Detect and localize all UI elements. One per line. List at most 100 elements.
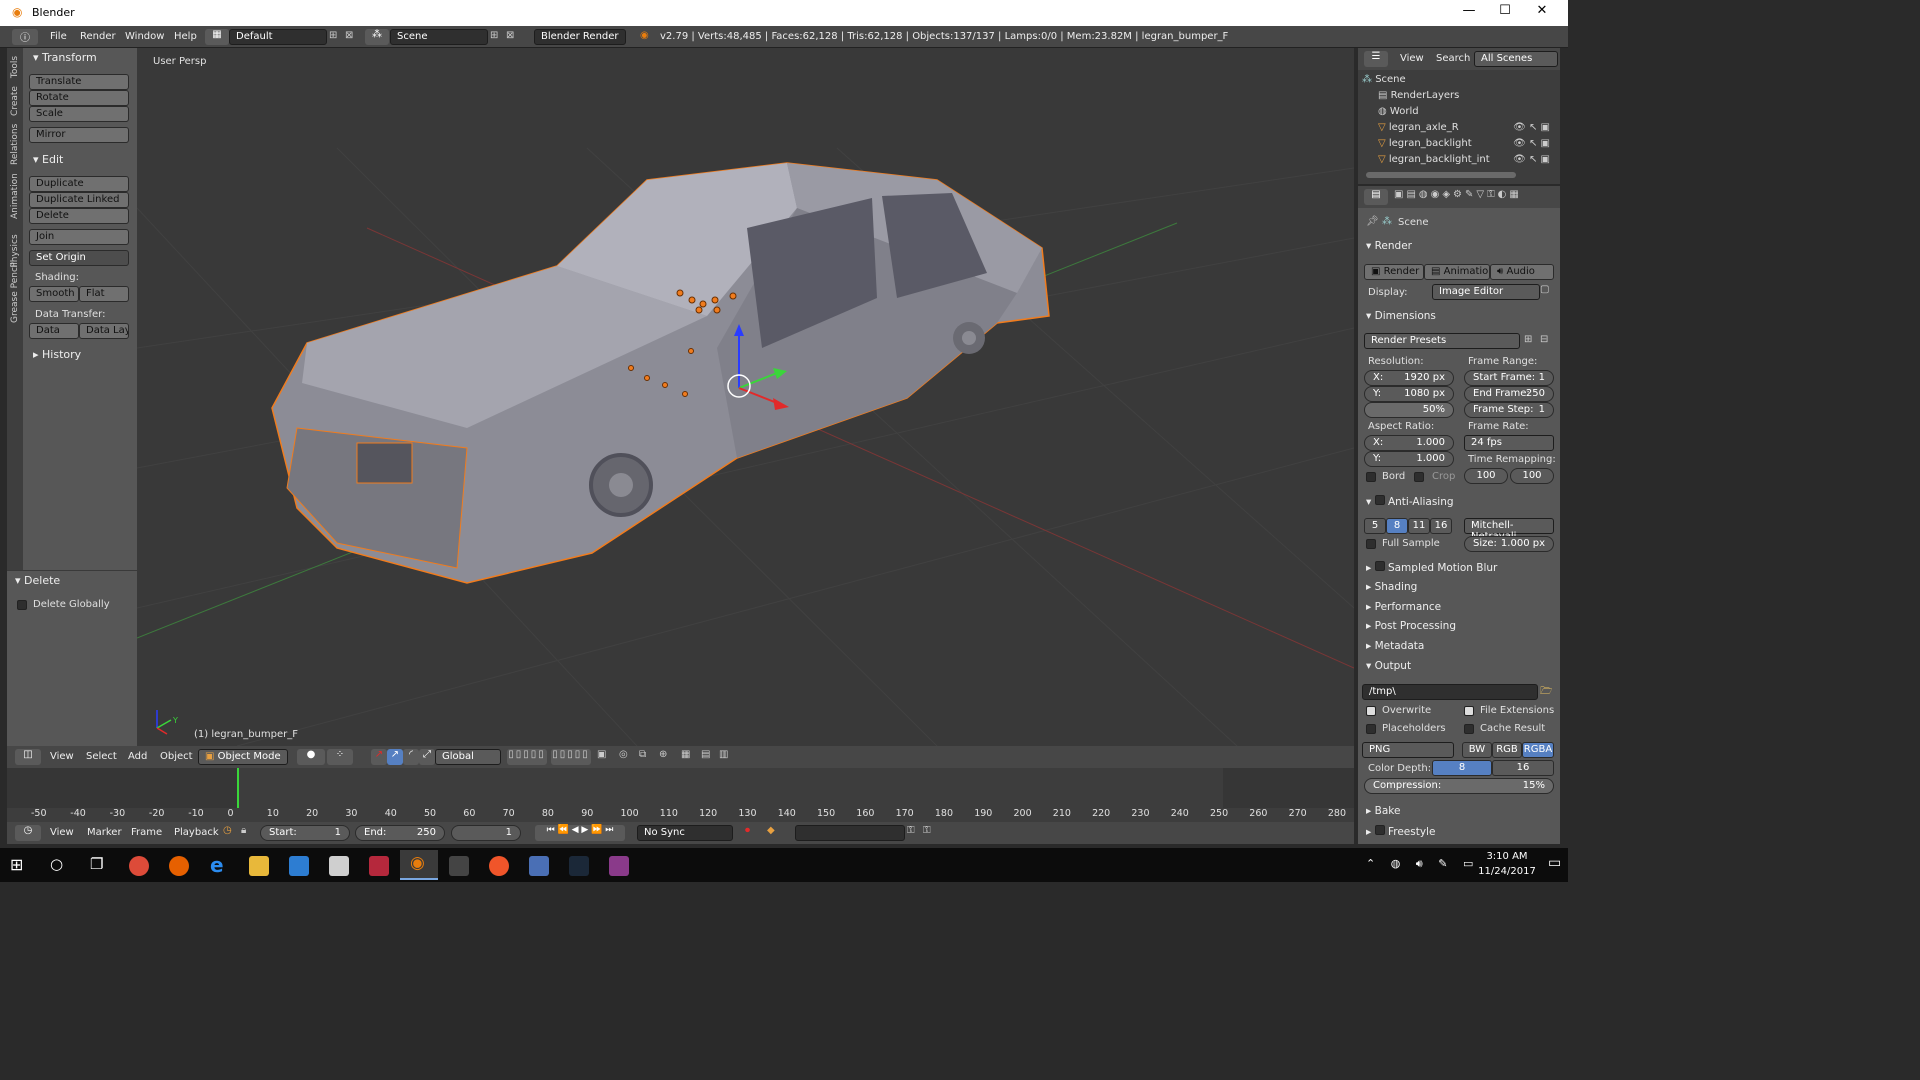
app-2-icon[interactable] xyxy=(449,856,469,876)
transform-header[interactable]: ▾ Transform xyxy=(33,51,97,64)
resolution-x-field[interactable]: X: 1920 px xyxy=(1364,370,1454,386)
post-processing-panel-header[interactable]: ▸ Post Processing xyxy=(1366,620,1456,632)
outliner-editor-icon[interactable]: ☰ xyxy=(1364,51,1388,67)
opengl-animation-icon[interactable]: ▤ xyxy=(701,749,710,760)
cache-result-checkbox[interactable] xyxy=(1464,724,1474,734)
aa-samples-5[interactable]: 5 xyxy=(1364,518,1386,534)
steam-icon[interactable] xyxy=(569,856,589,876)
aspect-x-field[interactable]: X: 1.000 xyxy=(1364,435,1454,451)
visibility-icons[interactable]: 👁︎ ↖ ▣ xyxy=(1513,122,1550,133)
opengl-render-icon[interactable]: ▦ xyxy=(681,749,690,760)
snap-icon[interactable]: ⧉ xyxy=(639,749,646,760)
anti-aliasing-panel-header[interactable]: ▾ Anti-Aliasing xyxy=(1366,495,1454,508)
edit-header[interactable]: ▾ Edit xyxy=(33,153,63,166)
placeholders-checkbox[interactable] xyxy=(1366,724,1376,734)
audio-button[interactable]: 🔊︎ Audio xyxy=(1490,264,1554,280)
menu-window[interactable]: Window xyxy=(125,31,164,42)
aa-samples-16[interactable]: 16 xyxy=(1430,518,1452,534)
task-view-icon[interactable]: ❐ xyxy=(90,855,103,873)
timeline[interactable]: -50 -40 -30 -20 -10 0 10 20 30 40 50 60 70 80 90 100 110… xyxy=(7,768,1354,822)
file-extensions-checkbox[interactable] xyxy=(1464,706,1474,716)
remove-layout-icon[interactable]: ⊠ xyxy=(345,30,353,41)
tab-relations[interactable]: Relations xyxy=(10,124,20,165)
scene-icon[interactable]: ⁂ xyxy=(365,29,389,45)
tl-menu-frame[interactable]: Frame xyxy=(131,827,162,838)
scene-field[interactable]: Scene xyxy=(390,29,488,45)
properties-context-icons[interactable]: ▣▤◍◉◈⚙✎▽⚿◐▦ xyxy=(1394,189,1554,205)
end-frame-prop-field[interactable]: End Frame: 250 xyxy=(1464,386,1554,402)
outliner-row-axle[interactable]: ▽ legran_axle_R 👁︎ ↖ ▣ xyxy=(1378,122,1554,136)
scale-button[interactable]: Scale xyxy=(29,106,129,122)
pivot-icon[interactable]: ⁘ xyxy=(327,749,353,765)
translate-button[interactable]: Translate xyxy=(29,74,129,90)
data-button[interactable]: Data xyxy=(29,323,79,339)
fps-select[interactable]: 24 fps xyxy=(1464,435,1554,451)
tab-grease-pencil[interactable]: Grease Pencil xyxy=(10,262,20,323)
visibility-icons[interactable]: 👁︎ ↖ ▣ xyxy=(1513,138,1550,149)
outliner-search-menu[interactable]: Search xyxy=(1436,53,1470,64)
add-scene-icon[interactable]: ⊞ xyxy=(490,30,498,41)
display-mode-select[interactable]: All Scenes xyxy=(1474,51,1558,67)
full-sample-checkbox[interactable] xyxy=(1366,539,1376,549)
motion-blur-panel-header[interactable]: ▸ Sampled Motion Blur xyxy=(1366,561,1497,574)
layout-field[interactable]: Default xyxy=(229,29,327,45)
rgb-button[interactable]: RGB xyxy=(1492,742,1522,758)
playback-controls[interactable]: ⏮ ⏪ ◀ ▶ ⏩ ⏭ xyxy=(535,825,625,841)
overwrite-checkbox[interactable] xyxy=(1366,706,1376,716)
search-icon[interactable]: ○ xyxy=(50,855,63,873)
flat-button[interactable]: Flat xyxy=(79,286,129,302)
outliner-row-renderlayers[interactable]: ▤ RenderLayers xyxy=(1378,90,1554,104)
render-panel-header[interactable]: ▾ Render xyxy=(1366,240,1412,252)
aa-filter-select[interactable]: Mitchell-Netravali xyxy=(1464,518,1554,542)
output-panel-header[interactable]: ▾ Output xyxy=(1366,660,1411,672)
origin-icon[interactable] xyxy=(489,856,509,876)
render-presets-select[interactable]: Render Presets xyxy=(1364,333,1520,349)
outliner-row-backlight[interactable]: ▽ legran_backlight 👁︎ ↖ ▣ xyxy=(1378,138,1554,152)
freestyle-panel-header[interactable]: ▸ Freestyle xyxy=(1366,825,1435,838)
outliner-scrollbar[interactable] xyxy=(1366,172,1516,178)
timeline-editor-icon[interactable]: ◷ xyxy=(15,825,41,841)
render-button[interactable]: ▣ Render xyxy=(1364,264,1424,280)
history-header[interactable]: ▸ History xyxy=(33,348,81,361)
record-icon[interactable]: ⏺ xyxy=(745,825,750,836)
tab-animation[interactable]: Animation xyxy=(10,173,20,219)
scale-manipulator-icon[interactable]: ⤢ xyxy=(419,749,435,765)
app-4-icon[interactable] xyxy=(609,856,629,876)
menu-select[interactable]: Select xyxy=(86,751,117,762)
border-checkbox[interactable] xyxy=(1366,472,1376,482)
remap-old-field[interactable]: 100 xyxy=(1464,468,1508,484)
store-icon[interactable] xyxy=(289,856,309,876)
layers-2-icon[interactable]: ▯▯▯▯▯ xyxy=(551,749,591,765)
rotate-button[interactable]: Rotate xyxy=(29,90,129,106)
folder-icon[interactable]: 🗁︎ xyxy=(1540,684,1552,701)
properties-editor-icon[interactable]: ▤ xyxy=(1364,189,1388,205)
menu-render[interactable]: Render xyxy=(80,31,116,42)
dimensions-panel-header[interactable]: ▾ Dimensions xyxy=(1366,310,1436,322)
display-toggle-icon[interactable]: ▢ xyxy=(1540,284,1549,295)
editor-type-icon[interactable]: ◫ xyxy=(15,749,41,765)
resolution-y-field[interactable]: Y: 1080 px xyxy=(1364,386,1454,402)
car-model[interactable] xyxy=(271,162,1050,584)
performance-panel-header[interactable]: ▸ Performance xyxy=(1366,601,1441,613)
keyframe-icon[interactable]: ◆ xyxy=(767,825,775,836)
frame-step-field[interactable]: Frame Step: 1 xyxy=(1464,402,1554,418)
anti-aliasing-checkbox[interactable] xyxy=(1374,495,1385,505)
insert-keyframe-icon[interactable]: ⚿ xyxy=(907,825,915,836)
compression-slider[interactable]: Compression: 15% xyxy=(1364,778,1554,794)
menu-view[interactable]: View xyxy=(50,751,74,762)
display-select[interactable]: Image Editor xyxy=(1432,284,1540,300)
add-preset-icon[interactable]: ⊞ xyxy=(1524,334,1532,345)
menu-object[interactable]: Object xyxy=(160,751,193,762)
notifications-icon[interactable]: ▭ xyxy=(1548,855,1561,871)
tab-create[interactable]: Create xyxy=(10,83,20,119)
app-icon[interactable] xyxy=(369,856,389,876)
outliner-row-scene[interactable]: ⁂ Scene xyxy=(1362,74,1554,88)
tl-menu-marker[interactable]: Marker xyxy=(87,827,122,838)
tab-tools[interactable]: Tools xyxy=(10,49,20,85)
minimize-button[interactable]: — xyxy=(1454,3,1484,23)
delete-keyframe-icon[interactable]: ⚿ xyxy=(923,825,931,836)
clock-date[interactable]: 11/24/2017 xyxy=(1474,866,1540,877)
animation-button[interactable]: ▤ Animation xyxy=(1424,264,1490,280)
layers-icon[interactable]: ▯▯▯▯▯ xyxy=(507,749,547,765)
delete-button[interactable]: Delete xyxy=(29,208,129,224)
